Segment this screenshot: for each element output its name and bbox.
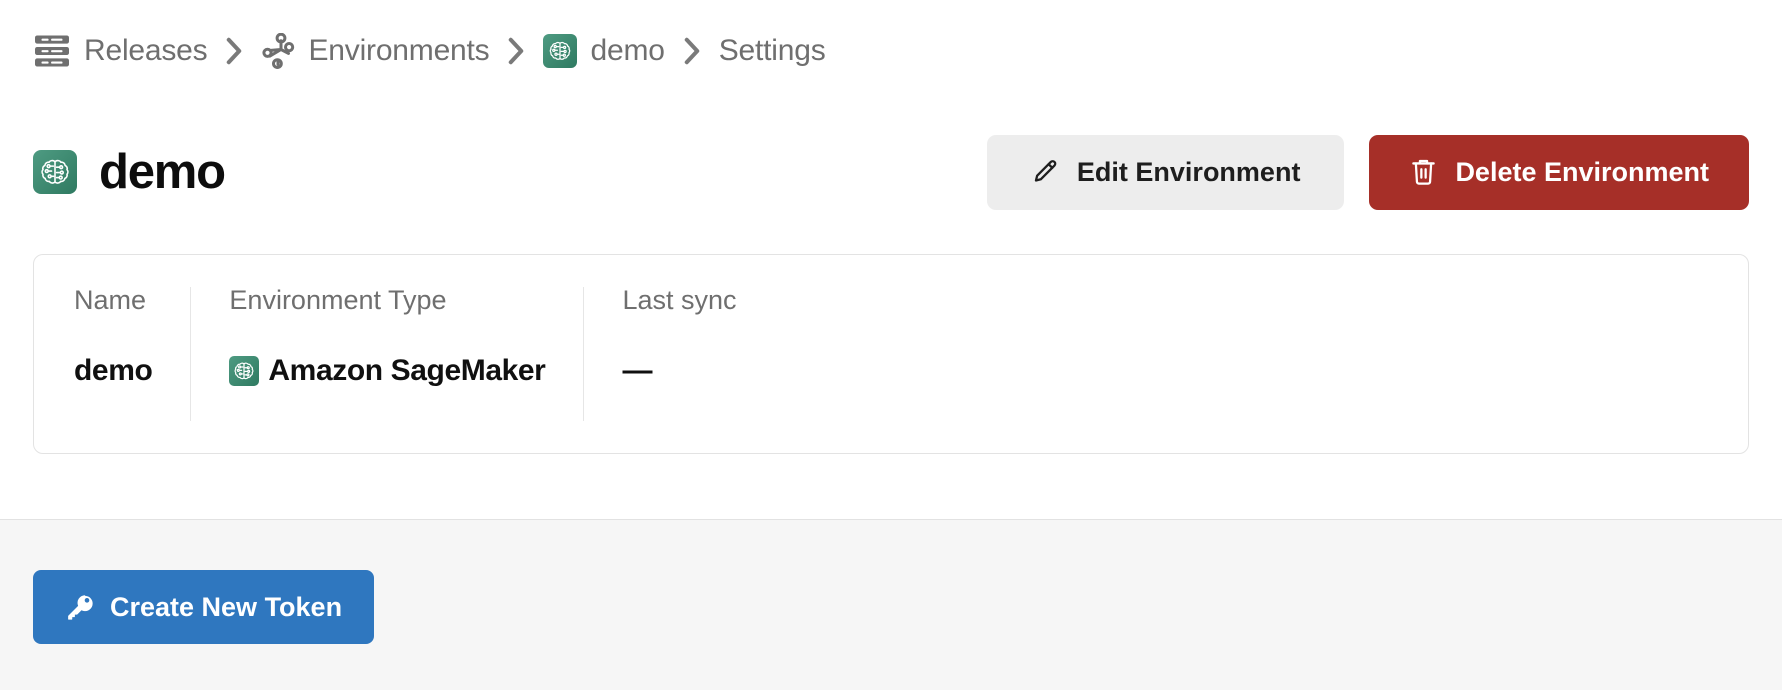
network-graph-icon (261, 33, 295, 69)
releases-stack-icon (33, 34, 71, 68)
chevron-right-icon (225, 37, 243, 65)
breadcrumb: Releases Environments demo Settings (0, 0, 1782, 102)
chevron-right-icon (683, 37, 701, 65)
breadcrumb-item-environments[interactable]: Environments (261, 33, 490, 69)
breadcrumb-label-releases: Releases (84, 34, 208, 67)
page-title-group: demo (33, 115, 226, 230)
header-actions: Edit Environment Delete Environment (986, 134, 1749, 210)
edit-environment-button[interactable]: Edit Environment (986, 134, 1345, 210)
breadcrumb-label-settings: Settings (718, 34, 826, 67)
breadcrumb-label-demo: demo (590, 34, 665, 67)
section-divider (0, 519, 1782, 520)
sagemaker-brain-icon (543, 34, 578, 68)
info-value-name: demo (74, 354, 153, 387)
chevron-right-icon (507, 37, 525, 65)
create-new-token-label: Create New Token (110, 591, 343, 622)
edit-environment-label: Edit Environment (1076, 156, 1301, 187)
environment-info-card: Name demo Environment Type Amazon SageMa… (33, 254, 1749, 454)
sagemaker-brain-icon (33, 150, 77, 194)
delete-environment-label: Delete Environment (1455, 156, 1709, 187)
breadcrumb-item-releases[interactable]: Releases (33, 34, 208, 68)
key-icon (65, 592, 95, 622)
breadcrumb-label-environments: Environments (308, 34, 490, 67)
trash-icon (1409, 157, 1438, 188)
breadcrumb-item-settings: Settings (719, 34, 826, 68)
info-label-last-sync: Last sync (622, 285, 737, 315)
info-column-last-sync: Last sync — (583, 287, 774, 421)
breadcrumb-item-demo[interactable]: demo (543, 34, 665, 68)
create-new-token-button[interactable]: Create New Token (33, 570, 375, 644)
info-label-environment-type: Environment Type (229, 285, 447, 315)
delete-environment-button[interactable]: Delete Environment (1369, 134, 1749, 210)
info-value-last-sync: — (622, 354, 653, 387)
info-value-environment-type: Amazon SageMaker (268, 354, 546, 387)
info-column-environment-type: Environment Type Amazon SageMaker (190, 287, 583, 421)
info-value-environment-type-wrapper: Amazon SageMaker (229, 354, 546, 387)
info-label-name: Name (74, 285, 147, 315)
sagemaker-brain-icon (229, 356, 260, 386)
pencil-icon (1031, 158, 1060, 187)
page-title: demo (99, 144, 226, 199)
info-column-name: Name demo (34, 287, 190, 421)
page-header: demo Edit Environment Delete Environment (0, 120, 1782, 224)
